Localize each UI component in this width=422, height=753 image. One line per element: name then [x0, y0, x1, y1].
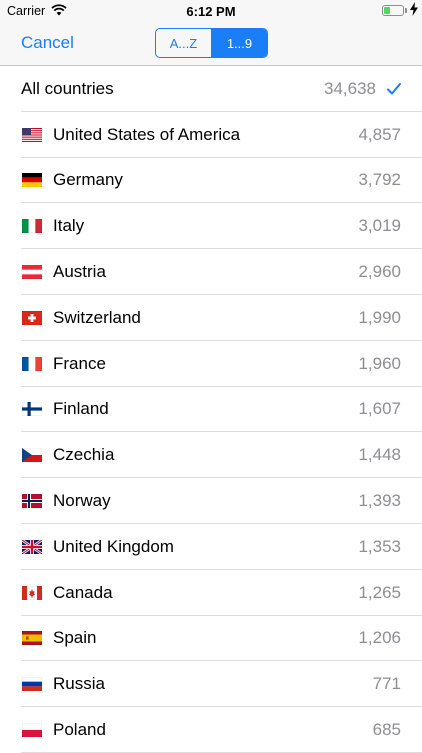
battery-cap — [405, 8, 407, 13]
country-count: 3,792 — [358, 170, 401, 190]
sort-segmented-control: A...Z 1...9 — [155, 28, 268, 58]
country-name: Austria — [53, 262, 106, 282]
flag-us-icon — [22, 127, 42, 142]
status-time: 6:12 PM — [186, 4, 236, 19]
country-count: 1,607 — [358, 399, 401, 419]
country-name: Italy — [53, 216, 85, 236]
country-count: 1,960 — [358, 353, 401, 373]
list-item-country[interactable]: Switzerland 1,990 — [0, 295, 422, 341]
flag-ru-icon — [22, 677, 42, 692]
list-item-country[interactable]: France 1,960 — [0, 341, 422, 387]
list-item-country[interactable]: Finland 1,607 — [0, 387, 422, 433]
list-item-country[interactable]: United Kingdom 1,353 — [0, 524, 422, 570]
flag-fi-icon — [22, 402, 42, 417]
country-count: 1,393 — [358, 491, 401, 511]
flag-fr-icon — [22, 356, 42, 371]
battery-level — [384, 7, 390, 14]
country-count: 1,265 — [358, 582, 401, 602]
list-item-country[interactable]: United States of America 4,857 — [0, 112, 422, 158]
list-item-country[interactable]: Czechia 1,448 — [0, 432, 422, 478]
country-count: 1,990 — [358, 307, 401, 327]
country-name: Czechia — [53, 445, 115, 465]
country-name: Norway — [53, 491, 111, 511]
flag-de-icon — [22, 173, 42, 188]
segment-alphabetical[interactable]: A...Z — [156, 29, 211, 57]
list-item-country[interactable]: Austria 2,960 — [0, 249, 422, 295]
list-item-country[interactable]: Germany 3,792 — [0, 158, 422, 204]
country-count: 1,206 — [358, 628, 401, 648]
list-item-country[interactable]: Spain 1,206 — [0, 616, 422, 662]
country-name: United Kingdom — [53, 536, 174, 556]
charging-bolt-icon — [410, 2, 418, 16]
country-count: 685 — [372, 720, 401, 740]
country-name: Switzerland — [53, 307, 141, 327]
country-list: All countries 34,638 United States of Am… — [0, 66, 422, 753]
list-item-country[interactable]: Norway 1,393 — [0, 478, 422, 524]
list-item-country[interactable]: Canada 1,265 — [0, 570, 422, 616]
flag-ch-icon — [22, 310, 42, 325]
flag-ca-icon — [22, 585, 42, 600]
list-item-country[interactable]: Italy 3,019 — [0, 203, 422, 249]
all-countries-value: 34,638 — [324, 78, 376, 98]
list-item-country[interactable]: Poland 685 — [0, 707, 422, 753]
flag-it-icon — [22, 219, 42, 234]
country-name: United States of America — [53, 124, 241, 144]
list-item-country[interactable]: Russia 771 — [0, 661, 422, 707]
flag-pl-icon — [22, 723, 42, 738]
flag-at-icon — [22, 265, 42, 280]
cancel-button[interactable]: Cancel — [21, 33, 74, 53]
country-count: 4,857 — [358, 124, 401, 144]
flag-cz-icon — [22, 448, 42, 463]
country-name: Germany — [53, 170, 123, 190]
battery-icon — [382, 5, 404, 16]
all-countries-label: All countries — [21, 78, 114, 98]
country-name: Poland — [53, 720, 106, 740]
country-count: 2,960 — [358, 262, 401, 282]
flag-no-icon — [22, 494, 42, 509]
country-name: Spain — [53, 628, 97, 648]
flag-gb-icon — [22, 539, 42, 554]
flag-es-icon — [22, 631, 42, 646]
country-count: 771 — [372, 674, 401, 694]
segment-numerical[interactable]: 1...9 — [211, 29, 267, 57]
navigation-bar: Cancel A...Z 1...9 — [0, 22, 422, 66]
country-count: 1,353 — [358, 536, 401, 556]
country-name: Canada — [53, 582, 113, 602]
checkmark-icon — [387, 82, 401, 95]
country-count: 1,448 — [358, 445, 401, 465]
country-name: Finland — [53, 399, 109, 419]
country-name: Russia — [53, 674, 105, 694]
list-item-all-countries[interactable]: All countries 34,638 — [0, 66, 422, 112]
country-name: France — [53, 353, 106, 373]
status-bar: Carrier 6:12 PM — [0, 0, 422, 22]
country-count: 3,019 — [358, 216, 401, 236]
